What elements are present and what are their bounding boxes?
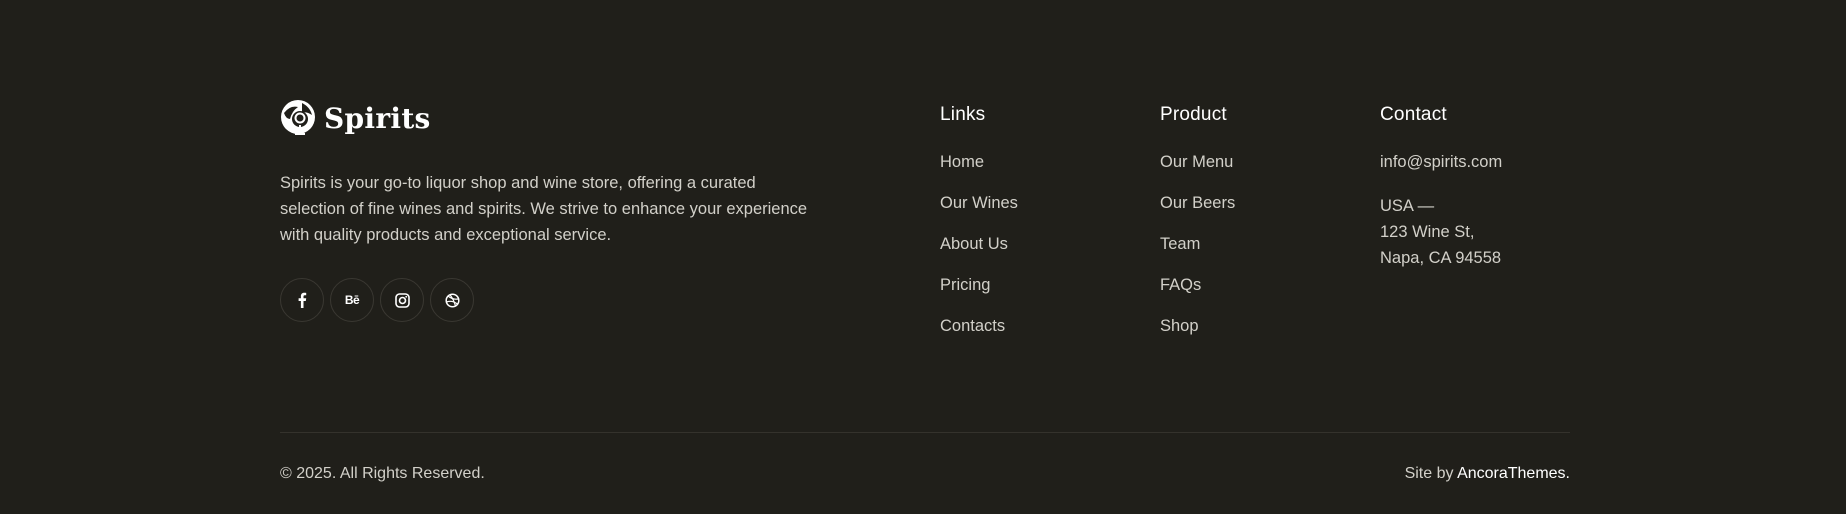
footer-link-contacts[interactable]: Contacts: [940, 316, 1018, 357]
links-list: Home Our Wines About Us Pricing Contacts: [940, 152, 1018, 357]
social-links: Bē: [280, 278, 820, 322]
footer-link-shop[interactable]: Shop: [1160, 316, 1235, 357]
wine-glass-logo-icon: [280, 99, 316, 137]
footer-link-our-beers[interactable]: Our Beers: [1160, 193, 1235, 234]
product-list: Our Menu Our Beers Team FAQs Shop: [1160, 152, 1235, 357]
brand-name: Spirits: [324, 102, 431, 135]
site-footer: Spirits Spirits is your go-to liquor sho…: [0, 0, 1846, 514]
contact-column: Contact info@spirits.com USA — 123 Wine …: [1380, 104, 1502, 271]
product-heading: Product: [1160, 104, 1227, 125]
links-heading: Links: [940, 104, 986, 125]
brand-column: Spirits Spirits is your go-to liquor sho…: [280, 98, 820, 322]
footer-bottom-bar: © 2025. All Rights Reserved. Site by Anc…: [280, 464, 1570, 484]
address-line-city: Napa, CA 94558: [1380, 249, 1502, 267]
footer-link-our-wines[interactable]: Our Wines: [940, 193, 1018, 234]
credit-prefix: Site by: [1404, 465, 1458, 482]
contact-email-link[interactable]: info@spirits.com: [1380, 152, 1502, 193]
address-line-street: 123 Wine St,: [1380, 223, 1475, 241]
behance-icon: Bē: [344, 293, 360, 307]
ancorathemes-link[interactable]: AncoraThemes.: [1457, 465, 1570, 482]
footer-link-team[interactable]: Team: [1160, 234, 1235, 275]
contact-heading: Contact: [1380, 104, 1447, 125]
product-column: Product Our Menu Our Beers Team FAQs Sho…: [1160, 104, 1235, 357]
instagram-link[interactable]: [380, 278, 424, 322]
copyright-text: © 2025. All Rights Reserved.: [280, 465, 485, 482]
footer-link-faqs[interactable]: FAQs: [1160, 275, 1235, 316]
dribbble-link[interactable]: [430, 278, 474, 322]
brand-description: Spirits is your go-to liquor shop and wi…: [280, 174, 808, 244]
contact-info: info@spirits.com USA — 123 Wine St, Napa…: [1380, 152, 1502, 271]
address-line-country: USA —: [1380, 197, 1435, 215]
facebook-link[interactable]: [280, 278, 324, 322]
behance-link[interactable]: Bē: [330, 278, 374, 322]
facebook-icon: [297, 292, 307, 308]
footer-link-about-us[interactable]: About Us: [940, 234, 1018, 275]
contact-address: USA — 123 Wine St, Napa, CA 94558: [1380, 193, 1502, 271]
site-credit: Site by AncoraThemes.: [1405, 464, 1570, 484]
logo[interactable]: Spirits: [280, 98, 820, 138]
footer-divider: [280, 432, 1570, 433]
footer-link-our-menu[interactable]: Our Menu: [1160, 152, 1235, 193]
footer-link-home[interactable]: Home: [940, 152, 1018, 193]
footer-link-pricing[interactable]: Pricing: [940, 275, 1018, 316]
links-column: Links Home Our Wines About Us Pricing Co…: [940, 104, 1018, 357]
instagram-icon: [394, 292, 410, 308]
dribbble-icon: [444, 292, 460, 308]
